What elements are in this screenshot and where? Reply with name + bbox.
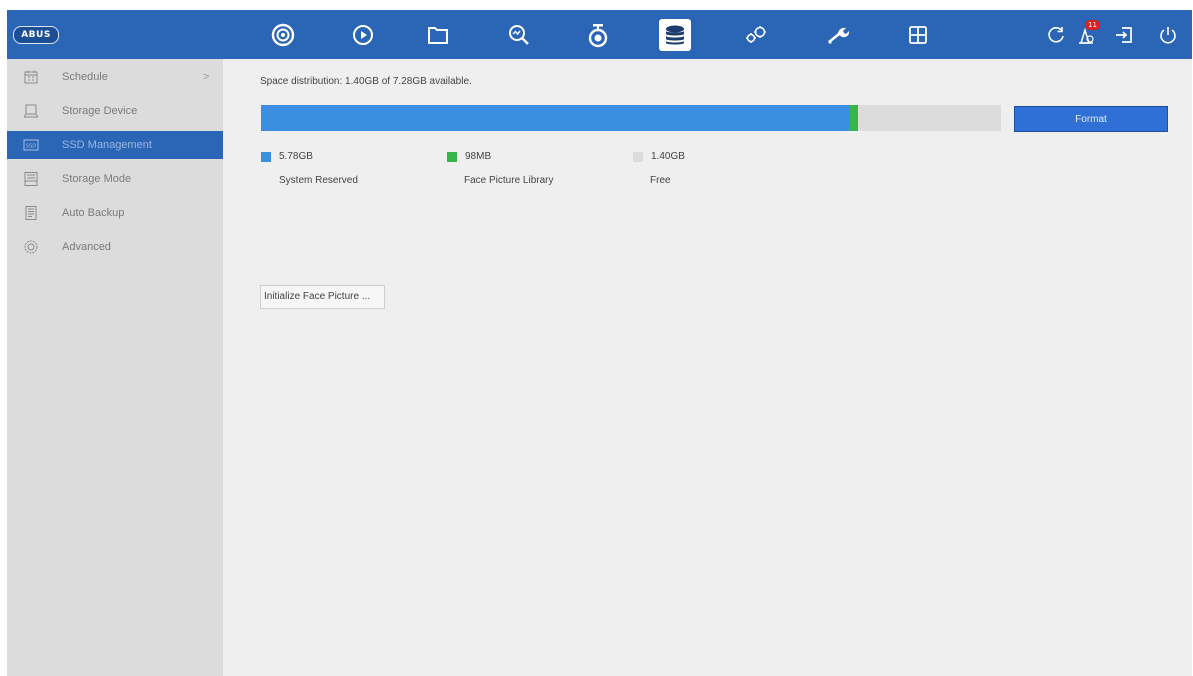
system-config-icon[interactable] bbox=[737, 17, 773, 53]
legend-swatch bbox=[447, 151, 457, 162]
search-icon[interactable] bbox=[501, 17, 537, 53]
sidebar-item-label: Auto Backup bbox=[62, 207, 125, 219]
sidebar-item-schedule[interactable]: Schedule > bbox=[7, 63, 223, 91]
abus-logo: ABUS bbox=[13, 26, 59, 44]
sidebar-item-storage-device[interactable]: Storage Device bbox=[7, 97, 223, 125]
logout-icon[interactable] bbox=[1111, 22, 1137, 48]
legend-swatch bbox=[633, 151, 643, 162]
legend-face-picture-library: 98MB bbox=[447, 151, 491, 162]
legend-value: 98MB bbox=[465, 151, 492, 162]
storage-database-icon[interactable] bbox=[659, 19, 691, 51]
chevron-right-icon: > bbox=[203, 71, 210, 83]
sidebar-item-label: Storage Device bbox=[62, 105, 138, 117]
format-button[interactable]: Format bbox=[1014, 106, 1168, 132]
sidebar-item-label: Schedule bbox=[62, 71, 108, 83]
legend-name: Free bbox=[650, 175, 671, 186]
top-navigation-bar: ABUS 11 bbox=[7, 10, 1192, 59]
initialize-face-picture-button[interactable]: Initialize Face Picture ... bbox=[260, 285, 385, 309]
folder-icon[interactable] bbox=[420, 17, 456, 53]
legend-value: 1.40GB bbox=[651, 151, 685, 162]
dvr-window: ABUS 11 Schedule > Storage Device SSD SS… bbox=[7, 10, 1192, 676]
legend-system-reserved: 5.78GB bbox=[261, 151, 313, 162]
power-icon[interactable] bbox=[1155, 22, 1181, 48]
storage-mode-icon bbox=[23, 171, 39, 187]
face-library-segment bbox=[848, 105, 859, 131]
space-distribution-text: Space distribution: 1.40GB of 7.28GB ava… bbox=[260, 76, 472, 87]
sidebar-item-label: Storage Mode bbox=[62, 173, 132, 185]
advanced-gear-icon bbox=[23, 239, 39, 255]
play-icon[interactable] bbox=[345, 17, 381, 53]
sidebar-item-advanced[interactable]: Advanced bbox=[7, 233, 223, 261]
grid-layout-icon[interactable] bbox=[900, 17, 936, 53]
refresh-icon[interactable] bbox=[1043, 22, 1069, 48]
alarm-badge: 11 bbox=[1085, 20, 1100, 30]
svg-text:SSD: SSD bbox=[26, 144, 36, 150]
alarm-icon[interactable]: 11 bbox=[1073, 20, 1100, 48]
storage-device-icon bbox=[23, 103, 39, 119]
legend-name: System Reserved bbox=[279, 175, 358, 186]
sidebar-item-storage-mode[interactable]: Storage Mode bbox=[7, 165, 223, 193]
sidebar: Schedule > Storage Device SSD SSD Manage… bbox=[7, 59, 223, 676]
ssd-management-panel: Space distribution: 1.40GB of 7.28GB ava… bbox=[223, 59, 1192, 676]
camera-icon[interactable] bbox=[265, 17, 301, 53]
legend-free: 1.40GB bbox=[633, 151, 685, 162]
system-reserved-segment bbox=[261, 105, 849, 131]
maintenance-wrench-icon[interactable] bbox=[820, 17, 856, 53]
space-usage-bar bbox=[261, 105, 1001, 131]
legend-value: 5.78GB bbox=[279, 151, 313, 162]
legend-swatch bbox=[261, 151, 271, 162]
sidebar-item-ssd-management[interactable]: SSD SSD Management bbox=[7, 131, 223, 159]
sidebar-item-label: SSD Management bbox=[62, 139, 152, 151]
schedule-icon bbox=[23, 69, 39, 85]
ssd-icon: SSD bbox=[23, 137, 39, 153]
legend-name: Face Picture Library bbox=[464, 175, 554, 186]
sidebar-item-auto-backup[interactable]: Auto Backup bbox=[7, 199, 223, 227]
sidebar-item-label: Advanced bbox=[62, 241, 111, 253]
backup-icon bbox=[23, 205, 39, 221]
surveillance-camera-icon[interactable] bbox=[580, 17, 616, 53]
